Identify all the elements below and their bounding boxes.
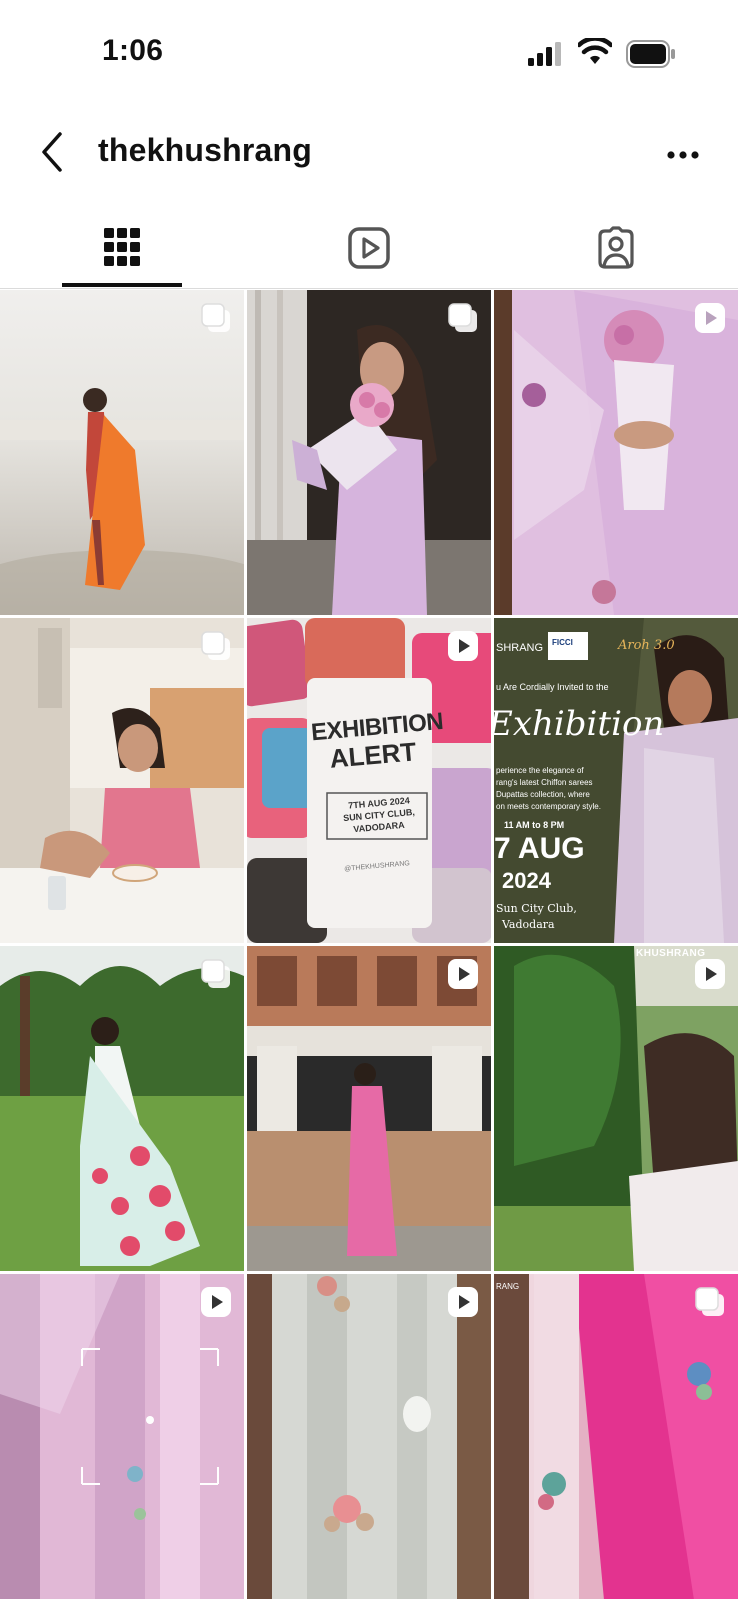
carousel-icon bbox=[694, 1286, 726, 1318]
post-tile[interactable]: KHUSHRANG bbox=[494, 946, 738, 1271]
post-tile[interactable] bbox=[247, 946, 491, 1271]
post-tile[interactable] bbox=[494, 290, 738, 615]
reel-icon bbox=[447, 1286, 479, 1318]
profile-tabs bbox=[0, 212, 738, 290]
reel-icon bbox=[447, 630, 479, 662]
reel-icon bbox=[694, 302, 726, 334]
poster-venue-2: Vadodara bbox=[502, 918, 555, 931]
poster-desc-2: rang's latest Chiffon sarees bbox=[496, 778, 593, 787]
post-tile[interactable]: RANG bbox=[494, 1274, 738, 1599]
poster-desc-3: Dupattas collection, where bbox=[496, 790, 590, 799]
poster-script-title: Exhibition bbox=[494, 704, 665, 744]
tab-grid[interactable] bbox=[62, 212, 182, 290]
post-image bbox=[0, 1274, 244, 1599]
post-tile[interactable] bbox=[0, 1274, 244, 1599]
post-tile[interactable] bbox=[0, 618, 244, 943]
post-tile[interactable]: SHRANG FICCI Aroh 3.0 u Are Cordially In… bbox=[494, 618, 738, 943]
post-image bbox=[247, 618, 491, 943]
post-image bbox=[247, 1274, 491, 1599]
post-tile[interactable] bbox=[0, 290, 244, 615]
post-image bbox=[247, 946, 491, 1271]
grid-icon bbox=[104, 228, 140, 266]
post-tile[interactable] bbox=[0, 946, 244, 1271]
back-arrow-icon[interactable] bbox=[38, 130, 66, 174]
tagged-person-icon bbox=[598, 226, 634, 269]
carousel-icon bbox=[447, 302, 479, 334]
poster-desc-4: on meets contemporary style. bbox=[496, 802, 601, 811]
battery-icon bbox=[626, 40, 675, 68]
poster-event: Aroh 3.0 bbox=[618, 638, 675, 653]
tabs-divider bbox=[0, 288, 738, 289]
more-options-icon[interactable] bbox=[666, 150, 700, 160]
reel-icon bbox=[200, 1286, 232, 1318]
reels-icon bbox=[348, 227, 390, 269]
post-image bbox=[0, 290, 244, 615]
status-time: 1:06 bbox=[102, 34, 164, 67]
profile-username: thekhushrang bbox=[98, 132, 312, 168]
reel-icon bbox=[694, 958, 726, 990]
reel-icon bbox=[447, 958, 479, 990]
tab-tagged[interactable] bbox=[556, 212, 676, 290]
carousel-icon bbox=[200, 302, 232, 334]
posts-grid: EXHIBITION ALERT 7TH AUG 2024 SUN CITY C… bbox=[0, 290, 738, 1600]
watermark: RANG bbox=[496, 1282, 520, 1291]
cellular-signal-icon bbox=[528, 42, 561, 66]
post-image bbox=[0, 618, 244, 943]
profile-header: thekhushrang bbox=[0, 110, 738, 195]
post-image bbox=[494, 1274, 738, 1599]
wifi-icon bbox=[578, 38, 612, 64]
carousel-icon bbox=[200, 958, 232, 990]
post-image bbox=[494, 946, 738, 1271]
post-image bbox=[494, 290, 738, 615]
poster-invite: u Are Cordially Invited to the bbox=[496, 682, 609, 692]
poster-desc-1: perience the elegance of bbox=[496, 766, 584, 775]
poster-event-date: 7 AUG bbox=[494, 832, 585, 865]
status-bar: 1:06 bbox=[0, 0, 738, 110]
post-tile[interactable]: EXHIBITION ALERT 7TH AUG 2024 SUN CITY C… bbox=[247, 618, 491, 943]
poster-time: 11 AM to 8 PM bbox=[504, 820, 565, 830]
poster-event-year: 2024 bbox=[502, 868, 551, 893]
poster-brand: SHRANG bbox=[496, 642, 544, 654]
post-tile[interactable] bbox=[247, 1274, 491, 1599]
poster-sponsor: FICCI bbox=[552, 638, 573, 647]
carousel-icon bbox=[200, 630, 232, 662]
poster-venue-1: Sun City Club, bbox=[496, 902, 577, 915]
selected-tab-indicator bbox=[62, 283, 182, 287]
post-tile[interactable] bbox=[247, 290, 491, 615]
post-image bbox=[247, 290, 491, 615]
post-image bbox=[0, 946, 244, 1271]
tab-reels[interactable] bbox=[309, 212, 429, 290]
